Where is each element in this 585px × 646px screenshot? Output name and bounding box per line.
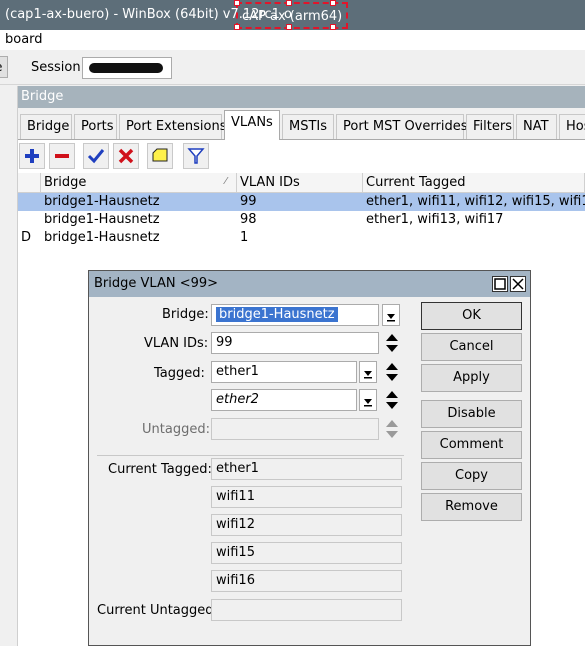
tab-bridge[interactable]: Bridge xyxy=(20,114,72,139)
disable-button[interactable]: Disable xyxy=(421,400,522,428)
dialog-titlebar: Bridge VLAN <99> xyxy=(89,271,530,297)
minus-icon xyxy=(55,154,69,158)
updown-arrows-icon xyxy=(386,420,398,438)
chevron-down-icon xyxy=(364,371,372,379)
table-header-current-tagged[interactable]: Current Tagged xyxy=(363,173,585,193)
cell-current-tagged: ether1, wifi13, wifi17 xyxy=(366,212,504,227)
comment-button[interactable]: Comment xyxy=(421,431,522,459)
current-tagged-value: wifi11 xyxy=(211,486,402,508)
enable-button[interactable] xyxy=(83,143,109,169)
dialog-title: Bridge VLAN <99> xyxy=(94,276,219,291)
maximize-icon xyxy=(494,278,506,290)
tab-port-extensions[interactable]: Port Extensions xyxy=(119,114,227,139)
bridge-label: Bridge: xyxy=(162,307,209,322)
tagged-select-2[interactable]: ether2 xyxy=(211,389,357,411)
window-titlebar: (cap1-ax-buero) - WinBox (64bit) v7.12rc… xyxy=(0,0,585,30)
disable-button[interactable] xyxy=(113,143,139,169)
tab-vlans[interactable]: VLANs xyxy=(224,110,280,140)
sort-icon: ⁄ xyxy=(225,176,227,187)
chevron-down-icon xyxy=(387,314,395,322)
bridge-window-title: Bridge xyxy=(18,86,585,108)
cell-current-tagged: ether1, wifi11, wifi12, wifi15, wifi16 xyxy=(366,194,585,209)
redaction-scribble xyxy=(89,63,163,73)
plus-icon xyxy=(25,149,39,163)
menu-bar: board xyxy=(0,30,585,50)
vlan-ids-label: VLAN IDs: xyxy=(144,336,209,351)
comment-button[interactable] xyxy=(147,143,173,169)
session-field-redacted xyxy=(82,57,172,79)
current-untagged-label: Current Untagged: xyxy=(97,603,218,618)
tab-mstis[interactable]: MSTIs xyxy=(282,114,334,139)
tab-ports[interactable]: Ports xyxy=(74,114,117,139)
table-row[interactable]: bridge1-Hausnetz 98 ether1, wifi13, wifi… xyxy=(18,211,585,229)
remove-button[interactable] xyxy=(49,143,75,169)
dialog-separator xyxy=(97,455,404,456)
close-icon xyxy=(512,278,524,290)
apply-button[interactable]: Apply xyxy=(421,364,522,392)
tab-hosts[interactable]: Hos xyxy=(559,114,585,139)
tab-nat[interactable]: NAT xyxy=(516,114,557,139)
table-header-bridge[interactable]: Bridge ⁄ xyxy=(41,173,237,193)
maximize-button[interactable] xyxy=(492,276,508,292)
current-tagged-value: wifi12 xyxy=(211,514,402,536)
current-tagged-value: ether1 xyxy=(211,458,402,480)
tagged-select-1[interactable]: ether1 xyxy=(211,361,357,383)
cancel-button[interactable]: Cancel xyxy=(421,333,522,361)
tab-port-mst-overrides[interactable]: Port MST Overrides xyxy=(336,114,467,139)
filter-button[interactable] xyxy=(183,143,209,169)
selection-handle xyxy=(234,0,240,6)
untagged-label: Untagged: xyxy=(142,422,210,437)
current-tagged-value: wifi15 xyxy=(211,542,402,564)
close-button[interactable] xyxy=(510,276,526,292)
cell-bridge: bridge1-Hausnetz xyxy=(44,194,160,209)
table-row[interactable]: bridge1-Hausnetz 99 ether1, wifi11, wifi… xyxy=(18,193,585,211)
current-tagged-value: wifi16 xyxy=(211,570,402,592)
current-untagged-value xyxy=(211,599,402,621)
selection-handle xyxy=(286,0,292,6)
untagged-select[interactable] xyxy=(211,418,379,440)
remove-button[interactable]: Remove xyxy=(421,493,522,521)
table-header-vlan-ids[interactable]: VLAN IDs xyxy=(237,173,363,193)
table-header-flag xyxy=(18,173,41,193)
bridge-dropdown-button[interactable] xyxy=(382,304,400,326)
add-button[interactable] xyxy=(19,143,45,169)
x-icon xyxy=(118,148,134,164)
cell-vlan-ids: 1 xyxy=(240,230,249,245)
bridge-select[interactable]: bridge1-Hausnetz xyxy=(211,304,379,326)
tagged-2-dropdown-button[interactable] xyxy=(359,389,377,411)
toolbar-button-partial[interactable]: e xyxy=(0,56,8,78)
updown-arrows-icon[interactable] xyxy=(385,331,399,355)
menu-item-dashboard[interactable]: board xyxy=(5,32,43,47)
copy-button[interactable]: Copy xyxy=(421,462,522,490)
vlan-ids-input[interactable]: 99 xyxy=(211,332,379,354)
cell-bridge: bridge1-Hausnetz xyxy=(44,212,160,227)
check-icon xyxy=(87,149,105,164)
tagged-1-dropdown-button[interactable] xyxy=(359,361,377,383)
filter-icon xyxy=(187,148,205,164)
cell-vlan-ids: 99 xyxy=(240,194,257,209)
main-toolbar: e Session: xyxy=(0,50,585,85)
chevron-down-icon xyxy=(364,399,372,407)
cell-vlan-ids: 98 xyxy=(240,212,257,227)
tab-filters[interactable]: Filters xyxy=(466,114,514,139)
table-row[interactable]: D bridge1-Hausnetz 1 xyxy=(18,229,585,247)
selection-handle xyxy=(330,0,336,6)
comment-icon xyxy=(152,148,168,162)
tagged-label: Tagged: xyxy=(154,366,205,381)
cell-bridge: bridge1-Hausnetz xyxy=(44,230,160,245)
current-tagged-label: Current Tagged: xyxy=(108,462,212,477)
cell-flag: D xyxy=(21,230,32,245)
session-label: Session: xyxy=(31,60,85,75)
ok-button[interactable]: OK xyxy=(421,302,522,330)
left-panel-edge xyxy=(0,86,18,646)
updown-arrows-icon[interactable] xyxy=(385,360,399,384)
updown-arrows-icon[interactable] xyxy=(385,388,399,412)
